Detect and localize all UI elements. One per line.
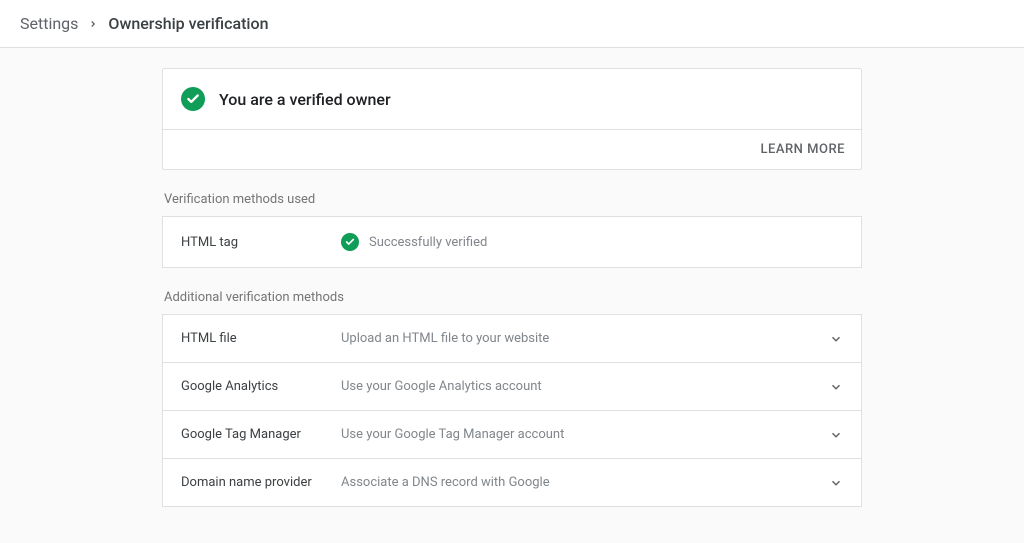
method-row-html-tag[interactable]: HTML tag Successfully verified xyxy=(162,216,862,268)
method-row-domain-name-provider[interactable]: Domain name provider Associate a DNS rec… xyxy=(162,458,862,507)
additional-methods-label: Additional verification methods xyxy=(164,290,862,305)
chevron-down-icon xyxy=(829,476,843,490)
check-circle-icon xyxy=(181,87,205,111)
method-desc: Upload an HTML file to your website xyxy=(341,331,549,346)
method-name: Domain name provider xyxy=(181,475,341,490)
method-name: Google Tag Manager xyxy=(181,427,341,442)
check-circle-icon xyxy=(341,233,359,251)
method-name: HTML file xyxy=(181,331,341,346)
method-row-google-analytics[interactable]: Google Analytics Use your Google Analyti… xyxy=(162,362,862,411)
chevron-down-icon xyxy=(829,332,843,346)
method-desc: Use your Google Analytics account xyxy=(341,379,542,394)
chevron-down-icon xyxy=(829,380,843,394)
chevron-right-icon xyxy=(88,19,98,29)
used-methods-label: Verification methods used xyxy=(164,192,862,207)
method-row-google-tag-manager[interactable]: Google Tag Manager Use your Google Tag M… xyxy=(162,410,862,459)
method-name: HTML tag xyxy=(181,235,341,250)
method-name: Google Analytics xyxy=(181,379,341,394)
chevron-down-icon xyxy=(829,428,843,442)
verified-owner-title: You are a verified owner xyxy=(219,90,391,109)
page-body: You are a verified owner LEARN MORE Veri… xyxy=(0,48,1024,543)
method-status-text: Successfully verified xyxy=(369,235,487,250)
breadcrumb: Settings Ownership verification xyxy=(0,0,1024,48)
verified-owner-card: You are a verified owner LEARN MORE xyxy=(162,68,862,170)
method-desc: Use your Google Tag Manager account xyxy=(341,427,564,442)
breadcrumb-parent[interactable]: Settings xyxy=(20,14,78,33)
page-title: Ownership verification xyxy=(108,14,268,33)
method-desc: Associate a DNS record with Google xyxy=(341,475,550,490)
method-row-html-file[interactable]: HTML file Upload an HTML file to your we… xyxy=(162,314,862,363)
learn-more-button[interactable]: LEARN MORE xyxy=(761,142,845,157)
